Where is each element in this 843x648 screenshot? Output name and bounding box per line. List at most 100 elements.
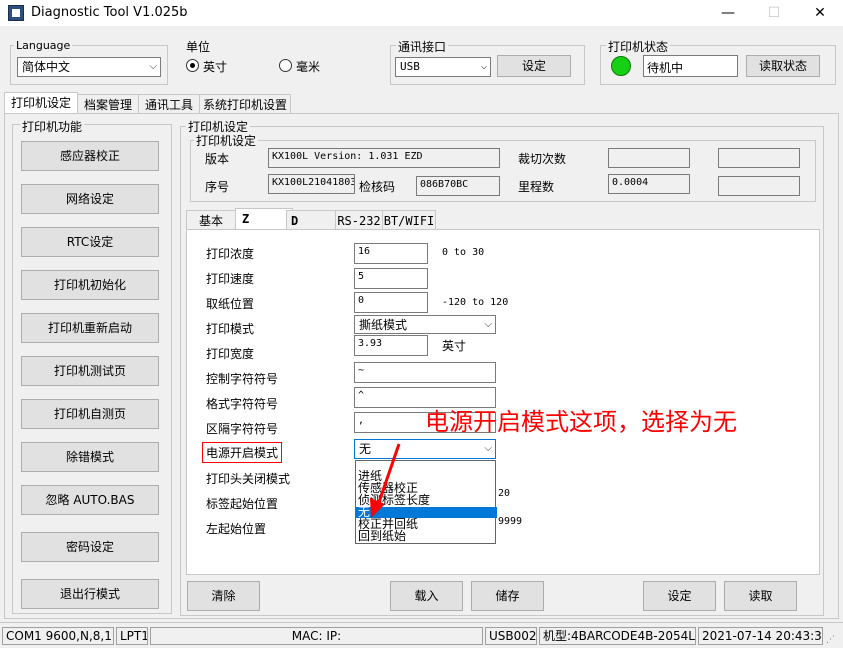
power-on-mode-label: 电源开启模式 (202, 442, 283, 463)
status-label: 打印机状态 (606, 38, 671, 55)
density-label: 打印浓度 (206, 247, 255, 261)
tab-d[interactable]: D (286, 210, 340, 231)
version-label: 版本 (205, 152, 230, 166)
window-title: Diagnostic Tool V1.025b (31, 5, 188, 20)
print-width-input[interactable]: 3.93 (354, 335, 428, 356)
tab-z[interactable]: Z (235, 208, 293, 231)
left-position-partial-value: 9999 (498, 516, 523, 527)
chevron-down-icon: ⌵ (484, 443, 492, 454)
cut-count-label: 裁切次数 (518, 152, 567, 166)
read-status-button[interactable]: 读取状态 (746, 55, 820, 77)
print-mode-value: 撕纸模式 (359, 318, 408, 332)
delimiter-char-label: 区隔字符符号 (206, 422, 279, 436)
unit-label: 单位 (186, 40, 211, 54)
load-button[interactable]: 载入 (390, 581, 463, 611)
statusbar-datetime: 2021-07-14 20:43:34 (698, 627, 823, 645)
print-mode-select[interactable]: 撕纸模式 ⌵ (354, 315, 496, 334)
statusbar-usb: USB002 (485, 627, 537, 645)
main-tabs: 打印机设定 档案管理 通讯工具 系统打印机设置 (4, 92, 304, 115)
mileage-field: 0.0004 (608, 174, 690, 194)
chevron-down-icon: ⌵ (480, 61, 487, 72)
statusbar-lpt: LPT1 (116, 627, 148, 645)
test-page-button[interactable]: 打印机测试页 (21, 356, 159, 386)
label-top-partial-value: 20 (498, 488, 511, 499)
debug-mode-button[interactable]: 除错模式 (21, 442, 159, 472)
mileage-extra-field (718, 176, 800, 196)
tab-printer-settings[interactable]: 打印机设定 (4, 92, 78, 115)
mileage-label: 里程数 (518, 180, 555, 194)
tab-bt-wifi[interactable]: BT/WIFI (382, 210, 436, 231)
unit-mm-radio[interactable] (279, 59, 292, 72)
app-icon (8, 5, 24, 21)
density-input[interactable]: 16 (354, 243, 428, 264)
cut-count-field (608, 148, 690, 168)
printer-functions-title: 打印机功能 (20, 118, 85, 135)
minimize-button[interactable]: — (705, 0, 751, 26)
exit-line-mode-button[interactable]: 退出行模式 (21, 579, 159, 609)
close-button[interactable]: ✕ (797, 0, 843, 26)
serial-label: 序号 (205, 180, 230, 194)
status-bar: COM1 9600,N,8,1 LPT1 MAC: IP: USB002 机型:… (0, 622, 843, 648)
tab-basic[interactable]: 基本 (186, 210, 236, 231)
read-button[interactable]: 读取 (724, 581, 797, 611)
tear-position-range: -120 to 120 (442, 297, 509, 308)
chevron-down-icon: ⌵ (484, 319, 492, 330)
port-select[interactable]: USB ⌵ (395, 57, 491, 77)
serial-field: KX100L21041803 (268, 174, 355, 194)
maximize-button: ☐ (767, 5, 781, 21)
port-value: USB (400, 60, 420, 73)
tab-rs232[interactable]: RS-232 (335, 210, 383, 231)
rtc-settings-button[interactable]: RTC设定 (21, 227, 159, 257)
control-char-input[interactable]: ~ (354, 362, 496, 383)
status-indicator-icon (611, 56, 631, 76)
unit-inch-radio[interactable] (186, 59, 199, 72)
print-width-unit: 英寸 (442, 339, 467, 353)
title-bar: Diagnostic Tool V1.025b — ☐ ✕ (0, 0, 843, 26)
resize-grip-icon[interactable]: ⋰ (826, 635, 835, 645)
language-select[interactable]: 简体中文 ⌵ (17, 57, 161, 77)
version-field: KX100L Version: 1.031 EZD (268, 148, 500, 168)
dropdown-option-return-to-start[interactable]: 回到纸始 (356, 530, 497, 542)
tear-position-label: 取纸位置 (206, 297, 255, 311)
settings-inner-title: 打印机设定 (194, 132, 259, 149)
speed-input[interactable]: 5 (354, 268, 428, 289)
statusbar-com: COM1 9600,N,8,1 (2, 627, 114, 645)
cut-count-extra-field (718, 148, 800, 168)
password-settings-button[interactable]: 密码设定 (21, 532, 159, 562)
head-close-mode-label: 打印头关闭模式 (206, 472, 291, 486)
status-value: 待机中 (643, 55, 738, 77)
tab-system-printer[interactable]: 系统打印机设置 (199, 94, 291, 115)
language-value: 简体中文 (22, 60, 71, 74)
clear-button[interactable]: 清除 (187, 581, 260, 611)
format-char-label: 格式字符符号 (206, 397, 279, 411)
network-settings-button[interactable]: 网络设定 (21, 184, 159, 214)
checksum-field: 086B70BC (416, 176, 500, 196)
speed-label: 打印速度 (206, 272, 255, 286)
set-button[interactable]: 设定 (643, 581, 716, 611)
ignore-autobas-button[interactable]: 忽略 AUTO.BAS (21, 485, 159, 515)
port-label: 通讯接口 (396, 38, 449, 55)
checksum-label: 检核码 (359, 180, 396, 194)
port-set-button[interactable]: 设定 (497, 55, 571, 77)
print-width-label: 打印宽度 (206, 347, 255, 361)
sensor-calibration-button[interactable]: 感应器校正 (21, 141, 159, 171)
statusbar-model: 机型:4BARCODE4B-2054L (539, 627, 696, 645)
language-label: Language (14, 39, 73, 52)
tab-comm-tools[interactable]: 通讯工具 (138, 94, 200, 115)
annotation-arrow-icon (370, 443, 401, 518)
control-char-label: 控制字符符号 (206, 372, 279, 386)
annotation-text: 电源开启模式这项，选择为无 (425, 408, 737, 436)
printer-restart-button[interactable]: 打印机重新启动 (21, 313, 159, 343)
printer-init-button[interactable]: 打印机初始化 (21, 270, 159, 300)
self-test-page-button[interactable]: 打印机自测页 (21, 399, 159, 429)
sub-tabs: 基本 Z D RS-232 BT/WIFI (186, 208, 466, 231)
tear-position-input[interactable]: 0 (354, 292, 428, 313)
label-top-label: 标签起始位置 (206, 497, 279, 511)
print-mode-label: 打印模式 (206, 322, 255, 336)
density-range: 0 to 30 (442, 247, 485, 258)
unit-mm-label: 毫米 (296, 60, 321, 74)
tab-file-management[interactable]: 档案管理 (77, 94, 139, 115)
chevron-down-icon: ⌵ (149, 61, 157, 72)
save-button[interactable]: 储存 (471, 581, 544, 611)
statusbar-mac-ip: MAC: IP: (150, 627, 483, 645)
